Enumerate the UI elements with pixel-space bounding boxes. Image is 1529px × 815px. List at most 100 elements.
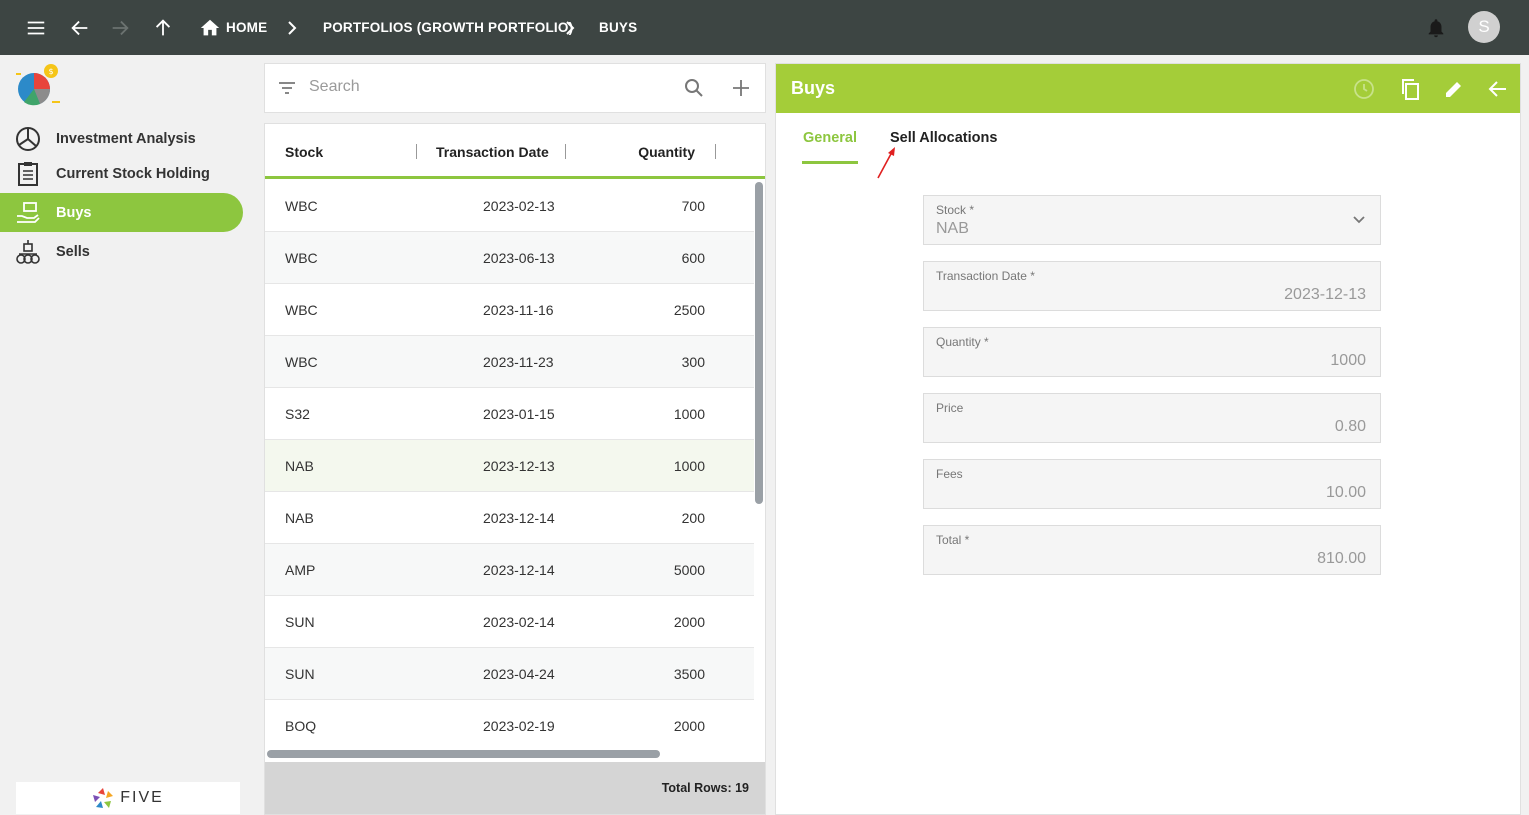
breadcrumb-portfolios[interactable]: PORTFOLIOS (GROWTH PORTFOLIO) [323,0,573,55]
cell-stock: WBC [285,198,318,214]
tab-general[interactable]: General [802,124,858,164]
table-row[interactable]: SUN 2023-02-14 2000 [265,596,754,648]
cell-quantity: 2000 [673,614,705,630]
avatar[interactable]: S [1468,11,1500,43]
breadcrumb-buys[interactable]: BUYS [599,0,637,55]
fees-field[interactable]: Fees 10.00 [923,459,1381,509]
total-rows: Total Rows: 19 [265,762,765,814]
search-bar [264,63,766,113]
app-logo-icon: $ [14,61,64,111]
table-row[interactable]: BOQ 2023-02-19 2000 [265,700,754,748]
up-arrow-icon[interactable] [143,0,183,55]
back-arrow-icon[interactable] [1481,64,1515,113]
annotation-arrow-icon [876,146,898,185]
cell-quantity: 5000 [673,562,705,578]
cell-stock: SUN [285,666,315,682]
column-divider[interactable] [715,144,716,159]
bell-icon[interactable] [1416,0,1456,55]
tab-sell-allocations[interactable]: Sell Allocations [890,124,997,164]
horizontal-scrollbar[interactable] [267,750,660,758]
form-header: Buys [776,64,1520,113]
quantity-field[interactable]: Quantity * 1000 [923,327,1381,377]
cell-stock: WBC [285,354,318,370]
cell-transaction-date: 2023-02-13 [483,198,555,214]
table-row[interactable]: WBC 2023-11-23 300 [265,336,754,388]
table-row[interactable]: WBC 2023-06-13 600 [265,232,754,284]
cell-quantity: 1000 [673,406,705,422]
cell-stock: NAB [285,458,314,474]
cell-transaction-date: 2023-11-23 [483,354,554,370]
cell-stock: WBC [285,302,318,318]
cell-transaction-date: 2023-02-14 [483,614,555,630]
search-icon[interactable] [684,78,704,103]
search-input[interactable] [309,78,669,96]
cell-transaction-date: 2023-12-14 [483,510,555,526]
field-value: 1000 [1330,352,1366,369]
edit-pencil-icon[interactable] [1437,64,1471,113]
field-label: Total * [936,533,970,547]
cell-quantity: 2500 [673,302,705,318]
sidebar-item-label: Buys [56,204,92,221]
field-label: Fees [936,467,963,481]
field-label: Transaction Date * [936,269,1035,283]
cell-quantity: 700 [681,198,705,214]
five-logo-text: FIVE [120,789,164,806]
field-label: Quantity * [936,335,989,349]
list-rows: WBC 2023-02-13 700 WBC 2023-06-13 600 WBC 2023-… [265,180,754,748]
cell-quantity: 2000 [673,718,705,734]
sidebar-item-current-stock-holding[interactable]: Current Stock Holding [0,154,243,193]
five-logo: FIVE [16,782,240,814]
column-header-quantity[interactable]: Quantity [585,124,695,179]
field-value: 10.00 [1325,484,1366,501]
table-row[interactable]: S32 2023-01-15 1000 [265,388,754,440]
coins-stack-icon [14,238,42,266]
field-value: 810.00 [1317,550,1366,567]
sidebar-item-buys[interactable]: Buys [0,193,243,232]
cell-quantity: 600 [681,250,705,266]
chevron-down-icon[interactable] [1352,212,1366,231]
column-divider[interactable] [565,144,566,159]
cell-transaction-date: 2023-12-13 [483,458,555,474]
field-label: Stock * [936,203,975,217]
cell-stock: AMP [285,562,316,578]
cell-transaction-date: 2023-02-19 [483,718,555,734]
copy-icon[interactable] [1393,64,1427,113]
vertical-scrollbar[interactable] [755,182,763,504]
menu-icon[interactable] [16,0,56,55]
table-row[interactable]: AMP 2023-12-14 5000 [265,544,754,596]
hand-money-icon [14,199,42,227]
filter-icon[interactable] [277,78,297,103]
svg-text:$: $ [49,67,54,76]
breadcrumb-home[interactable]: HOME [226,0,267,55]
stock-select[interactable]: Stock * NAB [923,195,1381,245]
price-field[interactable]: Price 0.80 [923,393,1381,443]
cell-stock: BOQ [285,718,317,734]
cell-transaction-date: 2023-06-13 [483,250,555,266]
table-row[interactable]: NAB 2023-12-13 1000 [265,440,754,492]
top-bar: HOME PORTFOLIOS (GROWTH PORTFOLIO) BUYS … [0,0,1529,55]
five-star-icon [93,788,114,808]
column-header-stock[interactable]: Stock [285,124,323,179]
sidebar-item-sells[interactable]: Sells [0,232,243,271]
cell-stock: WBC [285,250,318,266]
column-header-transaction-date[interactable]: Transaction Date [436,124,549,179]
transaction-date-field[interactable]: Transaction Date * 2023-12-13 [923,261,1381,311]
total-field[interactable]: Total * 810.00 [923,525,1381,575]
column-divider[interactable] [416,144,417,159]
table-row[interactable]: SUN 2023-04-24 3500 [265,648,754,700]
table-row[interactable]: WBC 2023-11-16 2500 [265,284,754,336]
clipboard-icon [14,160,42,188]
history-icon[interactable] [1347,64,1381,113]
forward-arrow-icon[interactable] [100,0,140,55]
cell-stock: SUN [285,614,315,630]
sidebar-item-investment-analysis[interactable]: Investment Analysis [0,119,243,158]
add-icon[interactable] [731,78,751,103]
table-row[interactable]: NAB 2023-12-14 200 [265,492,754,544]
back-arrow-icon[interactable] [60,0,100,55]
cell-stock: NAB [285,510,314,526]
chevron-right-icon [287,0,297,55]
records-list: Stock Transaction Date Quantity WBC 2023-… [264,123,766,815]
table-row[interactable]: WBC 2023-02-13 700 [265,180,754,232]
home-icon[interactable] [190,0,230,55]
chevron-right-icon [565,0,575,55]
